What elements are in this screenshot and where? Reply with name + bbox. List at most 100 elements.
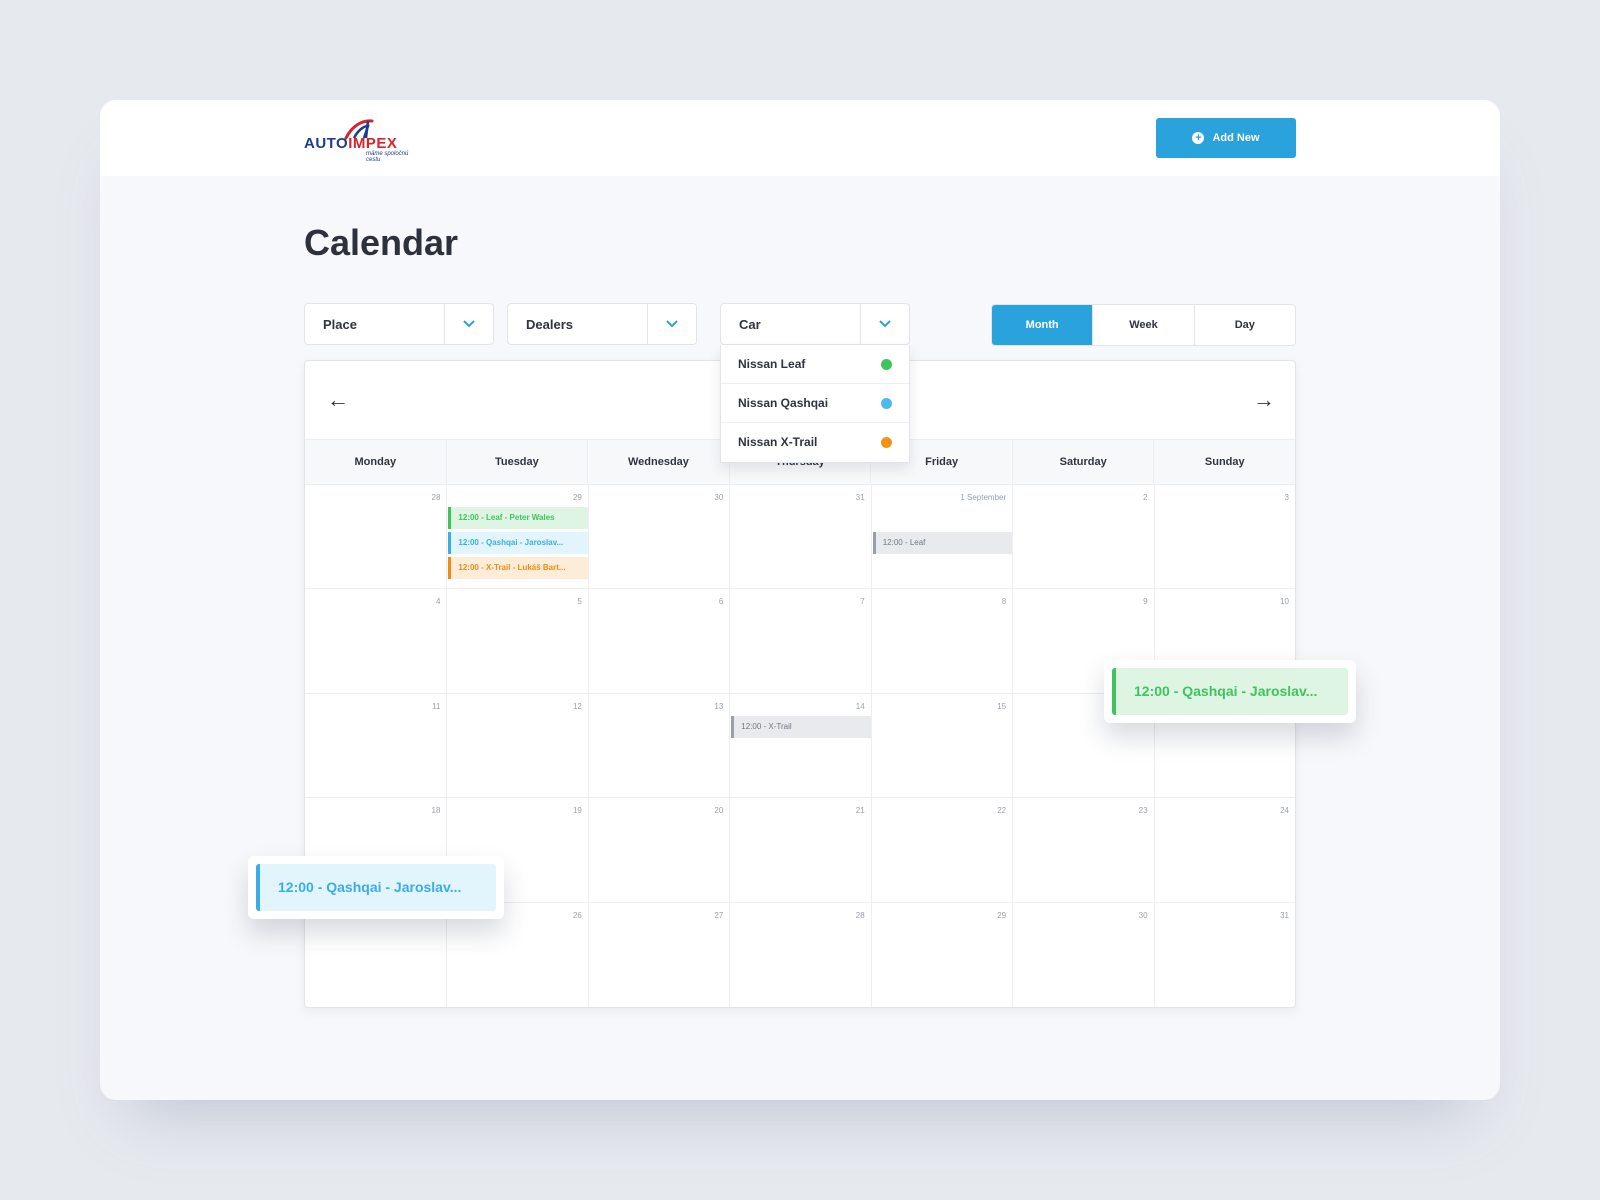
- dealers-select-label: Dealers: [526, 317, 573, 332]
- car-select[interactable]: Car: [720, 303, 910, 345]
- day-number: 29: [572, 493, 582, 502]
- calendar-event[interactable]: 12:00 - X-Trail: [731, 715, 871, 738]
- day-cell[interactable]: 12: [446, 693, 588, 799]
- day-cell[interactable]: 6: [587, 589, 730, 694]
- day-number: 30: [714, 493, 724, 502]
- day-number: 1 September: [960, 493, 1007, 502]
- day-cell[interactable]: 30: [1012, 902, 1153, 1007]
- day-cell[interactable]: 28: [305, 485, 447, 590]
- day-number: 11: [432, 701, 441, 711]
- day-number: 8: [1001, 597, 1007, 607]
- day-cell[interactable]: 5: [446, 589, 588, 694]
- day-cell[interactable]: 21: [729, 798, 871, 903]
- chevron-down-icon[interactable]: [647, 304, 696, 344]
- weekday-label: Sunday: [1153, 440, 1295, 484]
- weekday-label: Saturday: [1011, 440, 1154, 484]
- day-number: 19: [572, 806, 582, 816]
- chevron-down-icon[interactable]: [860, 304, 909, 344]
- calendar-event[interactable]: 12:00 - X-Trail - Lukáš Bart...: [448, 557, 588, 579]
- day-cell[interactable]: 22: [870, 798, 1013, 903]
- day-cell[interactable]: 13: [587, 693, 730, 799]
- day-number: 28: [431, 493, 441, 502]
- day-number: 10: [1280, 597, 1289, 607]
- month-grid: 28 29 12:00 - Leaf - Peter Wales 12:00 - Qa…: [305, 485, 1295, 1007]
- day-cell[interactable]: 2: [1012, 485, 1154, 590]
- day-number: 9: [1143, 597, 1148, 607]
- month-view-button[interactable]: Month: [992, 305, 1093, 345]
- color-dot-icon: [881, 437, 892, 448]
- day-number: 29: [997, 910, 1007, 920]
- day-number: 12: [572, 701, 582, 711]
- chevron-down-icon[interactable]: [444, 304, 493, 344]
- place-select[interactable]: Place: [304, 303, 494, 345]
- car-option[interactable]: Nissan Leaf: [721, 345, 909, 384]
- dragged-event-card[interactable]: 12:00 - Qashqai - Jaroslav...: [248, 856, 504, 919]
- day-cell[interactable]: 30: [587, 485, 730, 590]
- day-number: 5: [577, 597, 582, 607]
- day-cell[interactable]: 14 12:00 - X-Trail: [729, 693, 871, 799]
- car-option[interactable]: Nissan X-Trail: [721, 423, 909, 462]
- day-number: 26: [572, 910, 582, 920]
- day-number: 15: [997, 701, 1007, 711]
- day-cell[interactable]: 23: [1012, 798, 1154, 903]
- view-toggle: Month Week Day: [991, 304, 1296, 346]
- day-number: 22: [997, 806, 1007, 816]
- dragged-event-label: 12:00 - Qashqai - Jaroslav...: [1112, 668, 1348, 715]
- logo-tagline: máme spoločnú cestu: [366, 151, 409, 163]
- day-number: 23: [1138, 806, 1148, 816]
- day-cell[interactable]: 20: [587, 798, 730, 903]
- day-view-button[interactable]: Day: [1193, 305, 1295, 345]
- day-cell[interactable]: 1 September 12:00 - Leaf: [870, 485, 1013, 590]
- day-number: 18: [431, 806, 441, 816]
- page-title: Calendar: [304, 222, 459, 263]
- day-cell[interactable]: 31: [729, 485, 871, 590]
- logo-part-auto: AUTO: [304, 135, 349, 152]
- day-cell[interactable]: 11: [305, 694, 447, 799]
- car-dropdown-menu: Nissan Leaf Nissan Qashqai Nissan X-Trail: [720, 345, 910, 463]
- week-view-button[interactable]: Week: [1092, 305, 1193, 345]
- dragged-event-card[interactable]: 12:00 - Qashqai - Jaroslav...: [1104, 660, 1356, 723]
- add-new-label: Add New: [1212, 132, 1260, 144]
- car-select-label: Car: [739, 317, 761, 332]
- day-cell[interactable]: 3: [1153, 485, 1295, 590]
- calendar-event[interactable]: 12:00 - Qashqai - Jaroslav...: [448, 532, 588, 554]
- add-new-button[interactable]: + Add New: [1156, 118, 1296, 158]
- day-cell[interactable]: 29 12:00 - Leaf - Peter Wales 12:00 - Qash…: [446, 485, 588, 590]
- car-option-label: Nissan Qashqai: [738, 396, 829, 410]
- dragged-event-label: 12:00 - Qashqai - Jaroslav...: [256, 864, 496, 911]
- day-cell[interactable]: 29: [870, 902, 1012, 1007]
- day-cell[interactable]: 24: [1153, 798, 1295, 903]
- day-cell[interactable]: 15: [870, 693, 1013, 799]
- day-number: 27: [714, 910, 724, 920]
- day-number: 4: [435, 597, 441, 607]
- app-window: AUTOIMPEX máme spoločnú cestu + Add New …: [100, 100, 1500, 1100]
- car-option[interactable]: Nissan Qashqai: [721, 384, 909, 423]
- place-select-label: Place: [323, 317, 357, 332]
- day-number: 28: [855, 910, 865, 920]
- plus-circle-icon: +: [1192, 132, 1205, 144]
- day-cell[interactable]: 7: [729, 589, 871, 694]
- day-number: 20: [714, 806, 724, 816]
- arrow-left-icon[interactable]: ←: [327, 387, 349, 413]
- day-cell[interactable]: 4: [305, 589, 447, 694]
- dealers-select[interactable]: Dealers: [507, 303, 697, 345]
- car-option-label: Nissan Leaf: [738, 357, 806, 371]
- car-option-label: Nissan X-Trail: [738, 435, 818, 449]
- day-cell[interactable]: 27: [587, 902, 729, 1007]
- day-cell[interactable]: 28: [729, 902, 870, 1007]
- day-number: 14: [855, 701, 865, 711]
- weekday-label: Tuesday: [445, 440, 588, 484]
- calendar-event[interactable]: 12:00 - Leaf - Peter Wales: [448, 507, 588, 529]
- color-dot-icon: [881, 398, 892, 409]
- day-number: 24: [1280, 806, 1289, 816]
- day-cell[interactable]: 8: [870, 589, 1013, 694]
- day-cell[interactable]: 31: [1153, 902, 1295, 1007]
- calendar-event[interactable]: 12:00 - Leaf: [872, 532, 1013, 554]
- arrow-right-icon[interactable]: →: [1253, 387, 1275, 413]
- day-number: 31: [1280, 910, 1289, 920]
- day-number: 13: [714, 701, 724, 711]
- top-bar: AUTOIMPEX máme spoločnú cestu + Add New: [100, 100, 1500, 176]
- day-number: 30: [1138, 910, 1148, 920]
- weekday-label: Monday: [354, 456, 397, 468]
- autoimpex-logo[interactable]: AUTOIMPEX máme spoločnú cestu: [304, 118, 424, 163]
